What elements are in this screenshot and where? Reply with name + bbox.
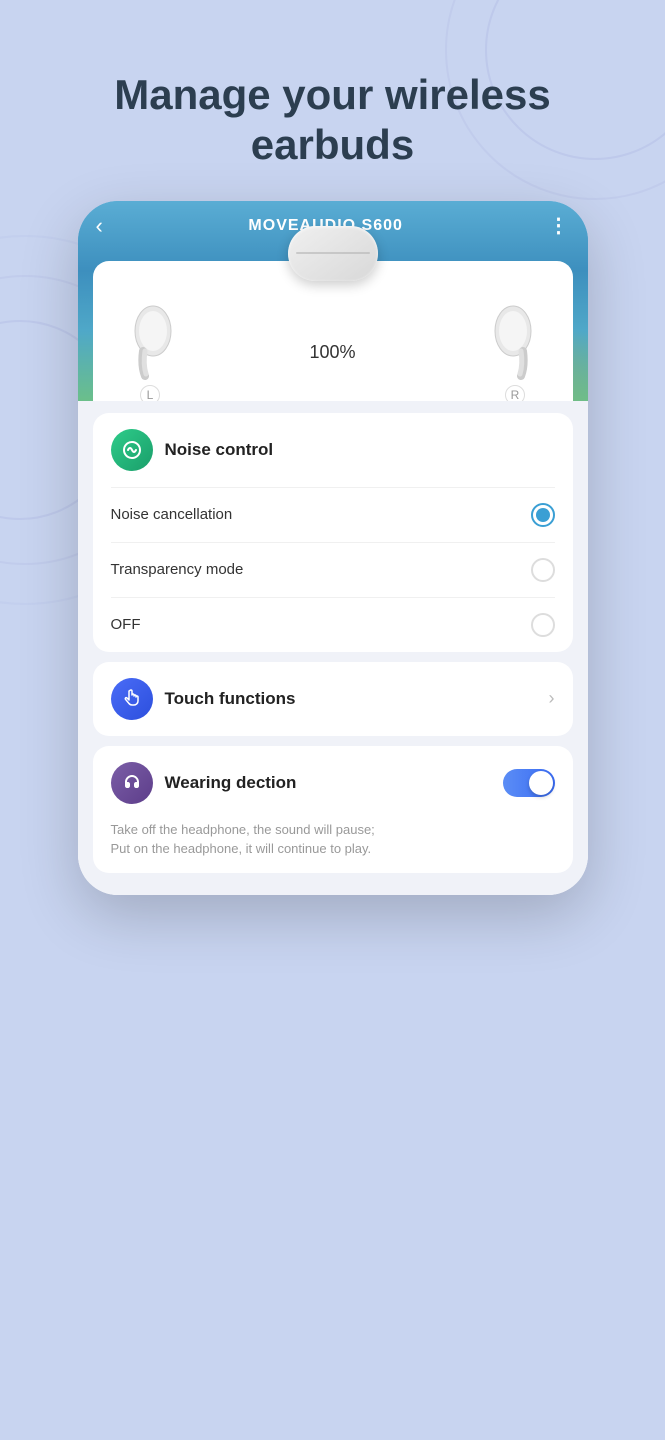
page-title: Manage your wireless earbuds — [0, 0, 665, 201]
earbuds-section: L 100% R ✶ 100% — [93, 261, 573, 401]
noise-control-card: Noise control Noise cancellation Transpa… — [93, 413, 573, 652]
touch-functions-title: Touch functions — [165, 689, 296, 709]
noise-cancellation-radio[interactable] — [531, 503, 555, 527]
content-area: Noise control Noise cancellation Transpa… — [78, 401, 588, 895]
noise-cancellation-option[interactable]: Noise cancellation — [93, 488, 573, 542]
transparency-mode-label: Transparency mode — [111, 561, 244, 578]
earbud-case — [288, 226, 378, 281]
right-earbud-icon — [488, 301, 543, 381]
touch-functions-icon — [111, 678, 153, 720]
wearing-detection-description: Take off the headphone, the sound will p… — [93, 820, 573, 873]
app-header: ‹ MOVEAUDIO S600 ⋮ — [78, 201, 588, 401]
transparency-mode-option[interactable]: Transparency mode — [93, 543, 573, 597]
wearing-detection-toggle[interactable] — [503, 769, 555, 797]
toggle-knob — [529, 771, 553, 795]
off-label: OFF — [111, 616, 141, 633]
case-shape — [288, 226, 378, 281]
transparency-mode-radio[interactable] — [531, 558, 555, 582]
phone-mockup: ‹ MOVEAUDIO S600 ⋮ — [78, 201, 588, 895]
menu-button[interactable]: ⋮ — [549, 216, 570, 236]
case-battery-level: 100% — [178, 342, 488, 363]
left-earbud: L — [123, 301, 178, 401]
noise-control-header: Noise control — [93, 413, 573, 487]
left-earbud-icon — [123, 301, 178, 381]
right-label: R — [505, 385, 525, 401]
earbuds-row: L 100% R — [123, 281, 543, 401]
wearing-detection-icon — [111, 762, 153, 804]
noise-control-title: Noise control — [165, 440, 274, 460]
off-radio[interactable] — [531, 613, 555, 637]
wearing-detection-header: Wearing dection — [93, 746, 573, 820]
noise-cancellation-label: Noise cancellation — [111, 506, 233, 523]
touch-functions-card[interactable]: Touch functions › — [93, 662, 573, 736]
touch-functions-chevron: › — [549, 688, 555, 709]
noise-control-icon — [111, 429, 153, 471]
right-earbud: R — [488, 301, 543, 401]
case-hinge — [296, 252, 370, 254]
off-option[interactable]: OFF — [93, 598, 573, 652]
left-label: L — [140, 385, 160, 401]
touch-functions-header[interactable]: Touch functions › — [93, 662, 573, 736]
wearing-detection-card: Wearing dection Take off the headphone, … — [93, 746, 573, 873]
wearing-detection-title: Wearing dection — [165, 773, 297, 793]
back-button[interactable]: ‹ — [96, 213, 103, 239]
